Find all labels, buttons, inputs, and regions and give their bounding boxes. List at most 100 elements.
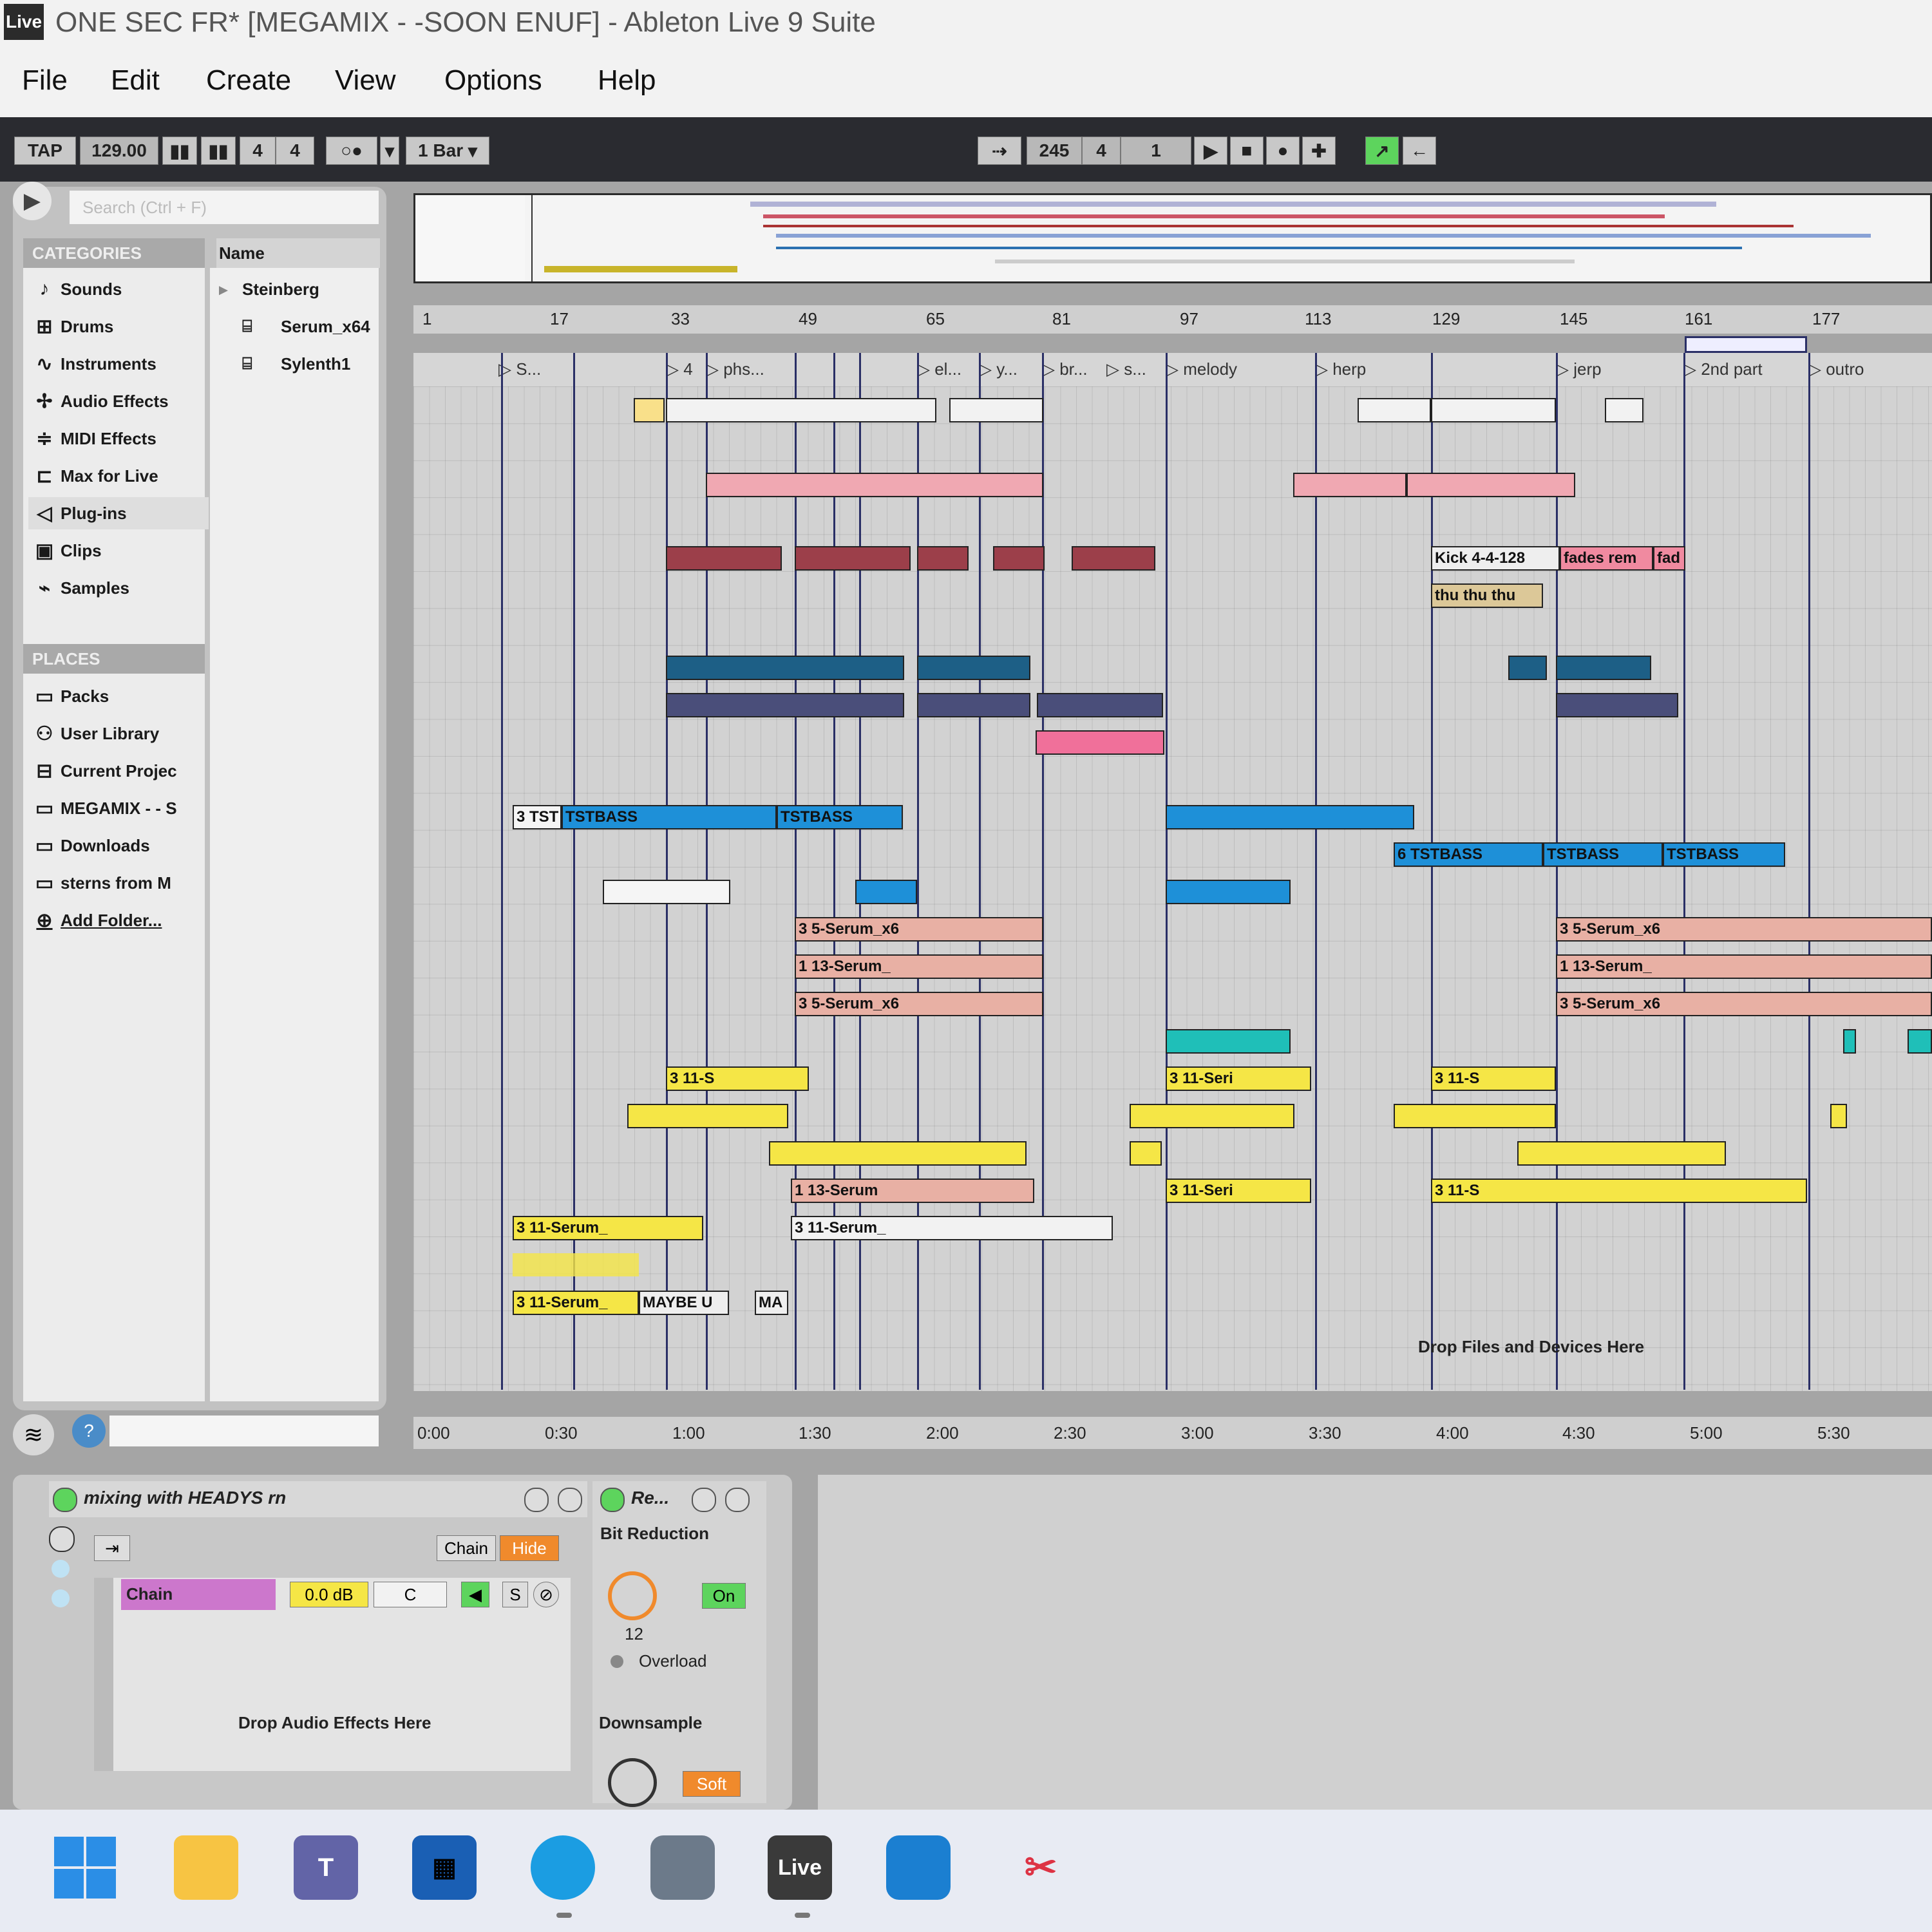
clip-serum[interactable]: 1 13-Serum	[791, 1179, 1034, 1203]
clip[interactable]	[634, 398, 665, 422]
clip-serum[interactable]: 3 5-Serum_x6	[795, 917, 1043, 942]
clip-yellow[interactable]	[1130, 1104, 1294, 1128]
clip-dark-red[interactable]	[917, 546, 969, 571]
quantization-menu[interactable]: 1 Bar ▾	[406, 137, 489, 165]
category-instruments[interactable]: ∿ Instruments	[28, 348, 209, 380]
menu-options[interactable]: Options	[444, 64, 542, 97]
bit-reduction-on-button[interactable]: On	[702, 1583, 746, 1609]
midi-clip-pink[interactable]	[706, 473, 1043, 497]
category-midi-effects[interactable]: ≑ MIDI Effects	[28, 422, 209, 455]
place-user-library[interactable]: ⚇ User Library	[28, 717, 209, 750]
devices-toggle-icon[interactable]	[52, 1589, 70, 1607]
locator[interactable]: ▷ 2nd part	[1683, 359, 1763, 379]
clip-serum-yellow[interactable]: 3 11-Serum_	[513, 1291, 639, 1315]
clip-dark-red[interactable]	[666, 546, 782, 571]
clip-yellow[interactable]	[1517, 1141, 1726, 1166]
signature-denominator[interactable]: 4	[276, 137, 314, 165]
clip-dark-blue[interactable]	[917, 656, 1030, 680]
device-save-icon[interactable]	[725, 1488, 750, 1512]
record-icon[interactable]: ●	[1266, 137, 1300, 165]
clip-yellow-faded[interactable]	[513, 1253, 639, 1276]
downsample-knob[interactable]	[608, 1758, 657, 1807]
locator[interactable]: ▷ 4	[666, 359, 693, 379]
clip-navy[interactable]	[917, 693, 1030, 717]
windows-start-icon[interactable]	[53, 1835, 117, 1900]
locator-lane[interactable]: ▷ S... ▷ 4 ▷ phs... ▷ el... ▷ y... ▷ br.…	[413, 353, 1932, 386]
place-sterns[interactable]: ▭ sterns from M	[28, 867, 209, 899]
clip-tstbass[interactable]: 6 TSTBASS	[1394, 842, 1543, 867]
clip[interactable]	[603, 880, 730, 904]
clip-dark-red[interactable]	[795, 546, 911, 571]
clip-serum-yellow[interactable]: 3 11-S	[666, 1066, 809, 1091]
browser-item-steinberg[interactable]: ▸ Steinberg	[219, 273, 319, 305]
automation-arm-icon[interactable]: ↗	[1365, 137, 1399, 165]
microsoft-store-icon[interactable]: ▦	[412, 1835, 477, 1900]
clip-tstbass[interactable]: TSTBASS	[1663, 842, 1785, 867]
clip-serum-yellow[interactable]: 3 11-Seri	[1166, 1179, 1311, 1203]
clip[interactable]	[1431, 398, 1556, 422]
clip-blue[interactable]	[1166, 805, 1414, 829]
overdub-icon[interactable]: ✚	[1302, 137, 1336, 165]
clip-serum-yellow[interactable]: 3 11-S	[1431, 1179, 1807, 1203]
clip-serum[interactable]: 1 13-Serum_	[795, 954, 1043, 979]
hide-button[interactable]: Hide	[500, 1535, 559, 1561]
soft-button[interactable]: Soft	[683, 1771, 741, 1797]
clip-tstbass[interactable]: TSTBASS	[562, 805, 777, 829]
clip-yellow[interactable]	[1130, 1141, 1162, 1166]
clip-yellow[interactable]	[1830, 1104, 1847, 1128]
clip[interactable]	[666, 398, 936, 422]
place-megamix[interactable]: ▭ MEGAMIX - - S	[28, 792, 209, 824]
file-explorer-icon[interactable]	[174, 1835, 238, 1900]
position-sixteenth-field[interactable]: 1	[1121, 137, 1191, 165]
place-downloads[interactable]: ▭ Downloads	[28, 829, 209, 862]
menu-create[interactable]: Create	[206, 64, 291, 97]
play-icon[interactable]: ▶	[1194, 137, 1227, 165]
category-max-for-live[interactable]: ⊏ Max for Live	[28, 460, 209, 492]
clip-serum[interactable]: 1 13-Serum_	[1556, 954, 1932, 979]
clip-navy[interactable]	[1037, 693, 1163, 717]
browser-item-sylenth[interactable]: ⌸ Sylenth1	[242, 348, 350, 380]
category-sounds[interactable]: ♪ Sounds	[28, 273, 209, 305]
audio-app-icon[interactable]	[886, 1835, 951, 1900]
locator[interactable]: ▷ br...	[1042, 359, 1088, 379]
track-lanes[interactable]: Kick 4-4-128 fades rem fad thu thu thu 3…	[413, 353, 1932, 1391]
add-folder-link[interactable]: ⊕ Add Folder...	[28, 904, 209, 936]
locator[interactable]: ▷ jerp	[1556, 359, 1602, 379]
clip-teal[interactable]	[1908, 1029, 1932, 1054]
solo-button[interactable]: S	[502, 1582, 528, 1607]
locator[interactable]: ▷ phs...	[706, 359, 764, 379]
clip-tstbass[interactable]: TSTBASS	[1543, 842, 1663, 867]
clip-dark-blue[interactable]	[666, 656, 904, 680]
clip-serum[interactable]: 3 5-Serum_x6	[1556, 917, 1932, 942]
macro-toggle-icon[interactable]	[49, 1526, 75, 1552]
clip-tstbass[interactable]: TSTBASS	[777, 805, 903, 829]
category-drums[interactable]: ⊞ Drums	[28, 310, 209, 343]
device-hot-swap-icon[interactable]	[692, 1488, 716, 1512]
clip-teal[interactable]	[1166, 1029, 1291, 1054]
menu-file[interactable]: File	[22, 64, 68, 97]
category-samples[interactable]: ⌁ Samples	[28, 572, 209, 604]
back-to-arrangement-icon[interactable]: ←	[1403, 137, 1436, 165]
category-clips[interactable]: ▣ Clips	[28, 535, 209, 567]
chain-list-toggle-icon[interactable]	[52, 1560, 70, 1578]
locator[interactable]: ▷ outro	[1808, 359, 1864, 379]
metronome-icon[interactable]: ○●	[326, 137, 377, 165]
position-bar-field[interactable]: 245	[1027, 137, 1082, 165]
follow-icon[interactable]: ⇢	[978, 137, 1021, 165]
clip-navy[interactable]	[666, 693, 904, 717]
auto-select-icon[interactable]: ⇥	[94, 1535, 130, 1561]
clip-dark-red[interactable]	[1072, 546, 1155, 571]
locator[interactable]: ▷ herp	[1315, 359, 1366, 379]
clip[interactable]	[949, 398, 1043, 422]
clip-pink[interactable]	[1036, 730, 1164, 755]
locator[interactable]: ▷ S...	[498, 359, 541, 379]
clip-ma[interactable]: MA	[755, 1291, 788, 1315]
name-column-header[interactable]: Name	[216, 238, 380, 268]
camera-icon[interactable]	[650, 1835, 715, 1900]
chain-hot-swap-icon[interactable]: ⊘	[533, 1582, 559, 1607]
clip-navy[interactable]	[1556, 693, 1678, 717]
clip-yellow[interactable]	[769, 1141, 1027, 1166]
clip[interactable]	[1358, 398, 1431, 422]
rack-power-icon[interactable]	[53, 1488, 77, 1512]
speaker-on-icon[interactable]: ◀	[461, 1582, 489, 1607]
